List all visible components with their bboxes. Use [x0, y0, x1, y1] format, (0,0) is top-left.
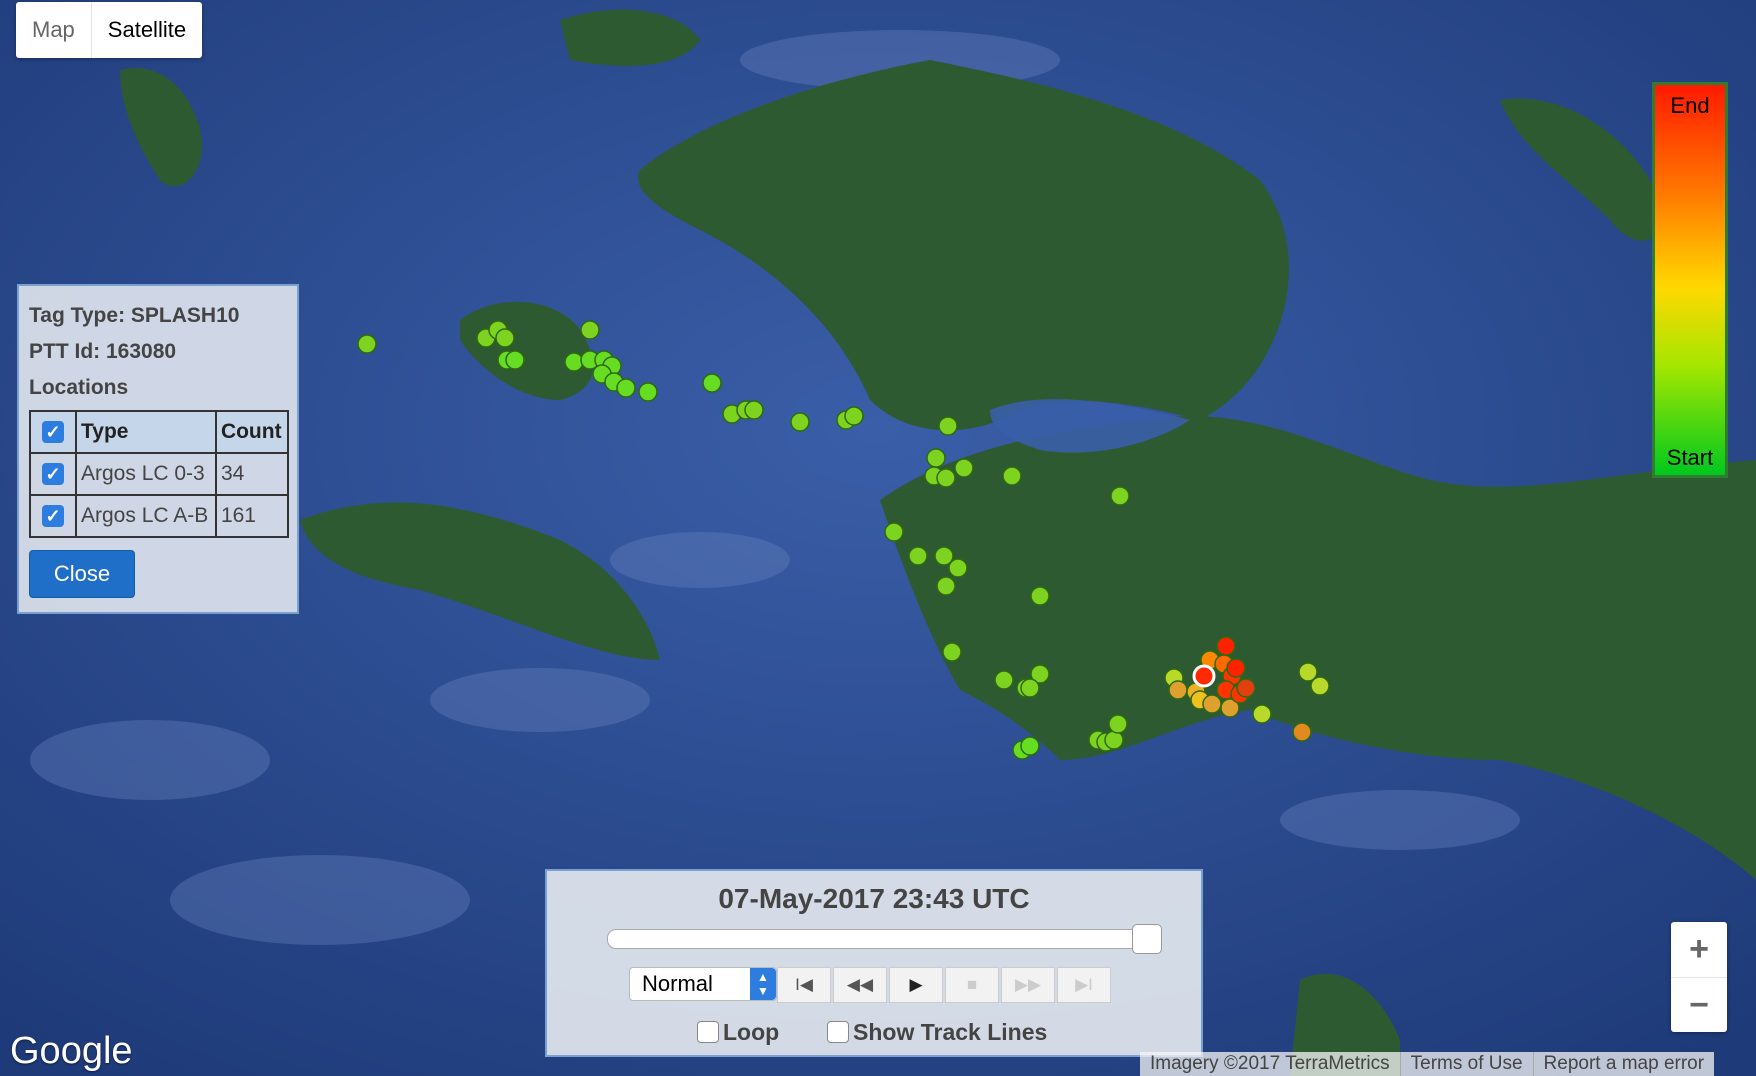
location-marker[interactable] — [1020, 736, 1040, 756]
location-marker[interactable] — [1110, 486, 1130, 506]
location-marker[interactable] — [1020, 678, 1040, 698]
tag-type-label: Tag Type: SPLASH10 — [29, 304, 240, 327]
column-header-type: Type — [75, 410, 217, 454]
skip-end-icon: ▶I — [1075, 975, 1093, 994]
column-header-count: Count — [214, 410, 290, 454]
playback-buttons: I◀ ◀◀ ▶ ■ ▶▶ ▶I — [777, 967, 1113, 1003]
location-marker[interactable] — [790, 412, 810, 432]
location-marker[interactable] — [1202, 694, 1222, 714]
legend-end-label: End — [1670, 93, 1710, 118]
location-marker[interactable] — [495, 328, 515, 348]
location-marker[interactable] — [616, 378, 636, 398]
location-marker[interactable] — [1002, 466, 1022, 486]
location-marker[interactable] — [1108, 714, 1128, 734]
location-marker[interactable] — [1236, 678, 1256, 698]
playback-panel: 07-May-2017 23:43 UTC Normal ▲ ▼ I◀ ◀◀ ▶ … — [545, 869, 1203, 1057]
skip-start-icon: I◀ — [795, 975, 813, 994]
location-marker[interactable] — [1168, 680, 1188, 700]
zoom-out-button[interactable]: − — [1671, 978, 1727, 1033]
location-marker[interactable] — [938, 416, 958, 436]
location-marker[interactable] — [505, 350, 525, 370]
location-marker[interactable] — [1252, 704, 1272, 724]
row-checkbox-cell: ✓ — [29, 494, 77, 538]
track-lines-checkbox[interactable] — [827, 1021, 849, 1043]
locations-heading: Locations — [29, 376, 129, 399]
imagery-credit: Imagery ©2017 TerraMetrics — [1150, 1053, 1390, 1074]
speed-select-value: Normal — [642, 971, 713, 996]
select-all-cell: ✓ — [29, 410, 77, 454]
playback-slider-track[interactable] — [607, 924, 1162, 954]
location-marker[interactable] — [926, 448, 946, 468]
map-type-satellite-button[interactable]: Satellite — [90, 2, 202, 58]
locations-table: ✓ Type Count ✓ Argos LC 0-3 34 ✓ Argos L… — [29, 410, 290, 538]
location-marker[interactable] — [702, 373, 722, 393]
location-marker[interactable] — [954, 458, 974, 478]
fast-forward-icon: ▶▶ — [1014, 975, 1042, 994]
loop-checkbox[interactable] — [697, 1021, 719, 1043]
location-type-cell: Argos LC A-B — [75, 494, 217, 538]
location-marker[interactable] — [908, 546, 928, 566]
tag-info-panel: Tag Type: SPLASH10 PTT Id: 163080 Locati… — [17, 284, 299, 614]
loop-label: Loop — [723, 1019, 780, 1045]
zoom-control: + − — [1671, 922, 1727, 1032]
location-marker[interactable] — [994, 670, 1014, 690]
rewind-button[interactable]: ◀◀ — [833, 967, 887, 1003]
playback-slider-handle[interactable] — [1132, 924, 1162, 954]
map-attribution: Imagery ©2017 TerraMetrics Terms of Use … — [1140, 1052, 1715, 1076]
location-count-cell: 34 — [214, 452, 290, 496]
loop-option[interactable]: Loop — [697, 1019, 779, 1046]
location-marker[interactable] — [942, 642, 962, 662]
rewind-icon: ◀◀ — [846, 975, 874, 994]
terms-of-use-link[interactable]: Terms of Use — [1399, 1052, 1533, 1076]
location-marker[interactable] — [1226, 658, 1246, 678]
report-map-error-link[interactable]: Report a map error — [1532, 1052, 1715, 1076]
row-checkbox-lcab[interactable]: ✓ — [42, 505, 64, 527]
location-marker[interactable] — [1104, 730, 1124, 750]
location-type-cell: Argos LC 0-3 — [75, 452, 217, 496]
location-marker[interactable] — [564, 352, 584, 372]
zoom-in-button[interactable]: + — [1671, 922, 1727, 978]
track-lines-option[interactable]: Show Track Lines — [827, 1019, 1047, 1046]
location-marker[interactable] — [936, 576, 956, 596]
legend-start-label: Start — [1666, 445, 1714, 470]
map-type-map-button[interactable]: Map — [16, 2, 91, 58]
location-marker[interactable] — [744, 400, 764, 420]
location-marker[interactable] — [1216, 636, 1236, 656]
location-count-cell: 161 — [214, 494, 290, 538]
play-button[interactable]: ▶ — [889, 967, 943, 1003]
google-logo: Google — [10, 1030, 133, 1072]
location-marker[interactable] — [1030, 586, 1050, 606]
current-position-marker — [1192, 664, 1216, 688]
location-marker[interactable] — [884, 522, 904, 542]
skip-end-button[interactable]: ▶I — [1057, 967, 1111, 1003]
location-marker[interactable] — [357, 334, 377, 354]
close-button[interactable]: Close — [29, 550, 135, 598]
play-icon: ▶ — [909, 975, 923, 994]
stop-button[interactable]: ■ — [945, 967, 999, 1003]
fast-forward-button[interactable]: ▶▶ — [1001, 967, 1055, 1003]
row-checkbox-lc03[interactable]: ✓ — [42, 463, 64, 485]
location-marker[interactable] — [580, 320, 600, 340]
track-lines-label: Show Track Lines — [853, 1019, 1048, 1045]
playback-timestamp: 07-May-2017 23:43 UTC — [718, 883, 1030, 914]
location-marker[interactable] — [948, 558, 968, 578]
row-checkbox-cell: ✓ — [29, 452, 77, 496]
select-arrows-icon: ▲ ▼ — [750, 968, 776, 1000]
skip-start-button[interactable]: I◀ — [777, 967, 831, 1003]
table-row: ✓ Argos LC 0-3 34 — [29, 452, 290, 496]
location-marker[interactable] — [936, 468, 956, 488]
map-type-control: Map Satellite — [16, 2, 203, 58]
table-row: ✓ Argos LC A-B 161 — [29, 494, 290, 538]
location-marker[interactable] — [844, 406, 864, 426]
ptt-id-label: PTT Id: 163080 — [29, 340, 177, 363]
location-marker[interactable] — [1310, 676, 1330, 696]
stop-icon: ■ — [966, 975, 978, 994]
select-all-checkbox[interactable]: ✓ — [42, 421, 64, 443]
location-marker[interactable] — [638, 382, 658, 402]
location-marker[interactable] — [1292, 722, 1312, 742]
time-color-legend: End Start — [1652, 82, 1728, 478]
speed-select[interactable]: Normal ▲ ▼ — [629, 967, 777, 1001]
